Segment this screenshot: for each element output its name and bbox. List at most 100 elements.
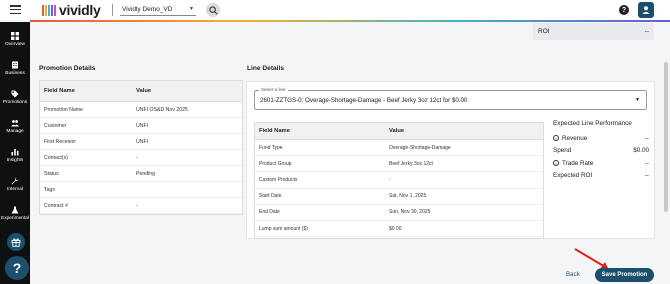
- sidebar-item-overview[interactable]: Overview: [0, 32, 30, 56]
- divider: [112, 4, 113, 16]
- accent-line: [30, 20, 670, 22]
- sidebar-item-business[interactable]: Business: [0, 61, 30, 85]
- table-row: Custom Products -: [255, 172, 543, 189]
- field-value: Pending: [136, 170, 156, 177]
- field-name: Product Group: [259, 160, 292, 167]
- metric-label: Expected ROI: [553, 172, 593, 180]
- field-name: Custom Products: [259, 176, 298, 183]
- field-name: Lump sum amount ($): [259, 225, 308, 232]
- metric-row-expected-roi: Expected ROI --: [553, 170, 649, 183]
- back-button[interactable]: Back: [566, 271, 580, 278]
- sidebar-item-label: Overview: [5, 42, 25, 47]
- field-name: Customer: [44, 122, 67, 129]
- logo-mark-icon: [42, 4, 56, 16]
- field-value: -: [136, 154, 138, 161]
- sidebar-item-label: Insights: [6, 158, 24, 163]
- grid-icon: [11, 32, 19, 40]
- sidebar-item-label: Experimental: [1, 216, 29, 221]
- promotion-details-table: Field Name Value Promotion Name UNFI OS&D…: [39, 80, 243, 215]
- table-header: Field Name Value: [40, 81, 242, 102]
- line-select-label: Select a line: [259, 87, 288, 92]
- line-details-card: Select a line 2601-ZZTGS-0: Overage-Shor…: [246, 81, 655, 239]
- table-row: Lump sum amount ($) $0.00: [255, 221, 543, 238]
- column-header: Value: [136, 88, 152, 94]
- flask-icon: [11, 206, 19, 214]
- building-icon: [11, 61, 19, 69]
- sidebar-item-label: Manage: [6, 129, 24, 134]
- user-account-icon[interactable]: [638, 2, 654, 18]
- scrollbar[interactable]: [664, 62, 668, 212]
- sidebar-item-label: Business: [5, 71, 25, 76]
- table-row: Status Pending: [40, 166, 242, 182]
- logo-text: vividly: [59, 2, 101, 18]
- sidebar-item-internal[interactable]: Internal: [0, 177, 30, 201]
- field-value: Sat, Nov 1, 2025: [389, 193, 427, 200]
- field-value: Sun, Nov 30, 2025: [389, 209, 431, 216]
- line-select-value: 2601-ZZTGS-0: Overage-Shortage-Damage - …: [260, 96, 468, 104]
- line-details-table: Field Name Value Fund Type Overage-Shorta…: [254, 122, 544, 239]
- sidebar-item-insights[interactable]: Insights: [0, 148, 30, 172]
- column-header: Field Name: [44, 88, 75, 94]
- table-row: Contract # -: [40, 198, 242, 214]
- line-select[interactable]: Select a line 2601-ZZTGS-0: Overage-Shor…: [254, 87, 647, 110]
- metric-value: --: [644, 172, 649, 180]
- people-icon: [11, 119, 19, 127]
- field-value: Beef Jerky 3oz 12ct: [389, 160, 433, 167]
- bar-chart-icon: [11, 148, 19, 156]
- promotion-details-title: Promotion Details: [39, 65, 96, 72]
- metric-row-spend: Spend $0.00: [553, 145, 649, 158]
- caret-down-icon: ▼: [189, 6, 194, 12]
- metric-label: Spend: [553, 147, 572, 155]
- field-value: UNFI OS&D Nov 2025: [136, 106, 188, 113]
- metric-label: Trade Rate: [562, 159, 594, 167]
- expected-line-performance: Expected Line Performance i Revenue -- Sp…: [553, 120, 649, 182]
- gift-icon[interactable]: [7, 233, 25, 251]
- sidebar-item-manage[interactable]: Manage: [0, 119, 30, 143]
- field-name: Contract #: [44, 202, 68, 209]
- table-row: Customer UNFI: [40, 118, 242, 134]
- table-row: Promotion Name UNFI OS&D Nov 2025: [40, 102, 242, 118]
- field-value: UNFI: [136, 138, 149, 145]
- menu-icon[interactable]: [10, 5, 21, 14]
- metric-row-trade-rate: i Trade Rate --: [553, 157, 649, 170]
- field-name: Status: [44, 170, 59, 177]
- help-fab-icon[interactable]: ?: [5, 256, 29, 280]
- column-header: Field Name: [259, 128, 290, 134]
- search-icon[interactable]: [206, 3, 220, 17]
- table-row: Start Date Sat, Nov 1, 2025: [255, 189, 543, 205]
- help-icon[interactable]: ?: [619, 5, 629, 15]
- caret-down-icon: ▼: [635, 97, 640, 103]
- save-promotion-button[interactable]: Save Promotion: [595, 268, 654, 282]
- info-icon[interactable]: i: [553, 160, 559, 167]
- table-row: Tags: [40, 182, 242, 198]
- metric-value: $0.00: [633, 147, 649, 155]
- line-details-title: Line Details: [247, 65, 285, 72]
- field-name: Tags: [44, 186, 55, 193]
- workspace-select-value: Vividly Demo_VD: [122, 5, 173, 13]
- metric-value: --: [644, 159, 649, 167]
- table-row: Fund Type Overage-Shortage-Damage: [255, 140, 543, 157]
- roi-label: ROI: [538, 28, 550, 35]
- table-row: End Date Sun, Nov 30, 2025: [255, 205, 543, 221]
- table-row: Contact(s) -: [40, 150, 242, 166]
- field-name: First Receiver: [44, 138, 76, 145]
- table-header: Field Name Value: [255, 123, 543, 140]
- logo: vividly: [42, 2, 101, 18]
- roi-value: --: [644, 28, 649, 35]
- metric-label: Revenue: [562, 134, 588, 142]
- field-value: -: [136, 202, 138, 209]
- sidebar-item-experimental[interactable]: Experimental: [0, 206, 30, 230]
- field-value: Overage-Shortage-Damage: [389, 144, 451, 151]
- field-name: End Date: [259, 209, 280, 216]
- metric-value: --: [644, 134, 649, 142]
- workspace-select[interactable]: Vividly Demo_VD ▼: [120, 3, 196, 16]
- metric-row-revenue: i Revenue --: [553, 132, 649, 145]
- expected-title: Expected Line Performance: [553, 120, 632, 127]
- sidebar-item-promotions[interactable]: Promotions: [0, 90, 30, 114]
- field-value: $0.00: [389, 225, 402, 232]
- field-value: -: [389, 176, 391, 183]
- info-icon[interactable]: i: [553, 135, 559, 142]
- table-row: First Receiver UNFI: [40, 134, 242, 150]
- tag-icon: [11, 90, 19, 98]
- field-value: UNFI: [136, 122, 149, 129]
